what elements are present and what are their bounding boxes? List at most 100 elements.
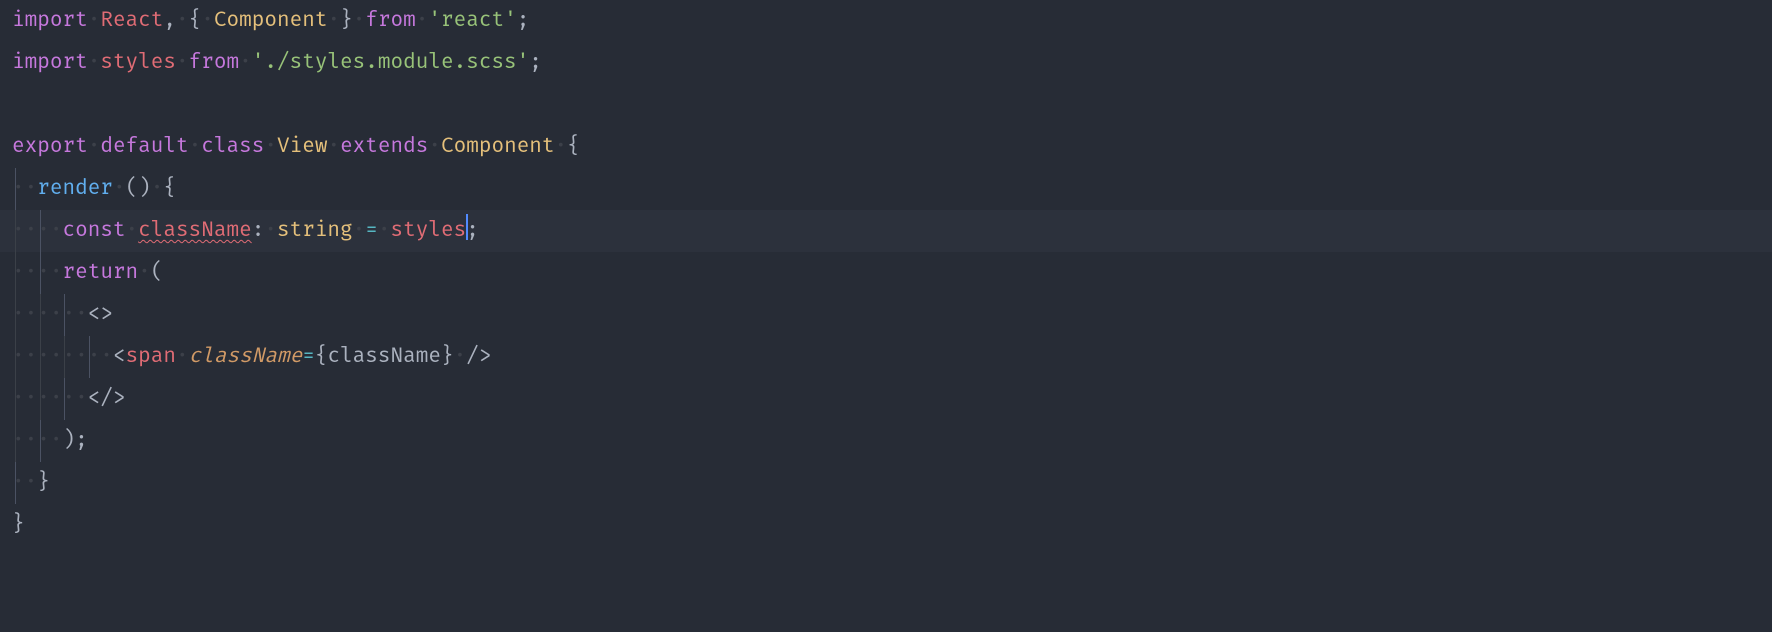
code-token: className xyxy=(327,344,441,369)
whitespace: ······ xyxy=(12,386,88,411)
indent-guide xyxy=(89,336,90,378)
code-token: import xyxy=(12,50,88,75)
indent-guide xyxy=(64,336,65,378)
code-line[interactable] xyxy=(0,84,1772,126)
whitespace: · xyxy=(88,8,101,33)
whitespace: · xyxy=(201,8,214,33)
code-token: default xyxy=(100,134,188,159)
indent-guide xyxy=(40,378,41,420)
code-line[interactable]: import·styles·from·'./styles.module.scss… xyxy=(0,42,1772,84)
code-token: { xyxy=(567,134,580,159)
code-token: , xyxy=(163,8,176,33)
code-token: { xyxy=(189,8,202,33)
whitespace: · xyxy=(126,218,139,243)
code-line[interactable]: ········<span·className={className}·/> xyxy=(0,336,1772,378)
whitespace: · xyxy=(264,218,277,243)
code-token: className xyxy=(189,344,303,369)
code-line[interactable]: import·React,·{·Component·}·from·'react'… xyxy=(0,0,1772,42)
whitespace: · xyxy=(416,8,429,33)
indent-guide xyxy=(40,252,41,294)
indent-guide xyxy=(40,420,41,462)
code-token: ; xyxy=(466,218,479,243)
code-token: } xyxy=(37,470,50,495)
code-token: const xyxy=(62,218,125,243)
whitespace: · xyxy=(151,176,164,201)
code-token: } xyxy=(340,8,353,33)
code-token: class xyxy=(201,134,264,159)
whitespace: ···· xyxy=(12,428,62,453)
indent-guide xyxy=(15,336,16,378)
indent-guide xyxy=(40,336,41,378)
indent-guide xyxy=(40,210,41,252)
whitespace: · xyxy=(176,8,189,33)
whitespace: · xyxy=(88,50,101,75)
code-line[interactable]: export·default·class·View·extends·Compon… xyxy=(0,126,1772,168)
code-token: from xyxy=(189,50,239,75)
code-line[interactable]: ··} xyxy=(0,462,1772,504)
code-line[interactable]: ··render·()·{ xyxy=(0,168,1772,210)
code-token: { xyxy=(315,344,328,369)
whitespace: · xyxy=(176,50,189,75)
whitespace: · xyxy=(138,260,151,285)
indent-guide xyxy=(15,252,16,294)
indent-guide xyxy=(64,294,65,336)
whitespace: · xyxy=(353,8,366,33)
code-token: ) xyxy=(62,428,75,453)
whitespace: · xyxy=(555,134,568,159)
whitespace: · xyxy=(353,218,366,243)
code-token: ; xyxy=(529,50,542,75)
code-token: 'react' xyxy=(428,8,516,33)
code-token: styles xyxy=(391,218,467,243)
code-token: ( xyxy=(151,260,164,285)
whitespace: · xyxy=(428,134,441,159)
indent-guide xyxy=(40,294,41,336)
code-token: className xyxy=(138,218,252,243)
code-token: : xyxy=(252,218,265,243)
code-token: </> xyxy=(88,386,126,411)
code-token: = xyxy=(302,344,315,369)
indent-guide xyxy=(15,462,16,504)
code-line[interactable]: ······<> xyxy=(0,294,1772,336)
code-line[interactable]: ····return·( xyxy=(0,252,1772,294)
whitespace: · xyxy=(88,134,101,159)
whitespace: · xyxy=(327,134,340,159)
whitespace: · xyxy=(378,218,391,243)
code-token: /> xyxy=(466,344,491,369)
indent-guide xyxy=(15,210,16,252)
code-line[interactable]: ······</> xyxy=(0,378,1772,420)
code-token: = xyxy=(365,218,378,243)
code-token: } xyxy=(12,512,25,537)
code-token: { xyxy=(163,176,176,201)
whitespace: ········ xyxy=(12,344,113,369)
indent-guide xyxy=(15,168,16,210)
whitespace: · xyxy=(113,176,126,201)
code-token: styles xyxy=(100,50,176,75)
indent-guide xyxy=(15,294,16,336)
code-token: ; xyxy=(517,8,530,33)
code-token: < xyxy=(113,344,126,369)
whitespace: · xyxy=(176,344,189,369)
code-token: React xyxy=(100,8,163,33)
code-token: from xyxy=(365,8,415,33)
whitespace: · xyxy=(189,134,202,159)
indent-guide xyxy=(15,378,16,420)
indent-guide xyxy=(15,420,16,462)
whitespace: ···· xyxy=(12,218,62,243)
code-token: Component xyxy=(441,134,555,159)
code-token: import xyxy=(12,8,88,33)
code-token: Component xyxy=(214,8,328,33)
code-line[interactable]: } xyxy=(0,504,1772,546)
code-token: './styles.module.scss' xyxy=(252,50,530,75)
whitespace: ······ xyxy=(12,302,88,327)
code-token: export xyxy=(12,134,88,159)
indent-guide xyxy=(64,378,65,420)
code-line[interactable]: ····); xyxy=(0,420,1772,462)
whitespace: · xyxy=(454,344,467,369)
whitespace: · xyxy=(264,134,277,159)
code-token: () xyxy=(126,176,151,201)
code-token: View xyxy=(277,134,327,159)
code-token: span xyxy=(126,344,176,369)
code-editor[interactable]: import·React,·{·Component·}·from·'react'… xyxy=(0,0,1772,546)
code-line[interactable]: ····const·className:·string·=·styles; xyxy=(0,210,1772,252)
code-token: ; xyxy=(75,428,88,453)
